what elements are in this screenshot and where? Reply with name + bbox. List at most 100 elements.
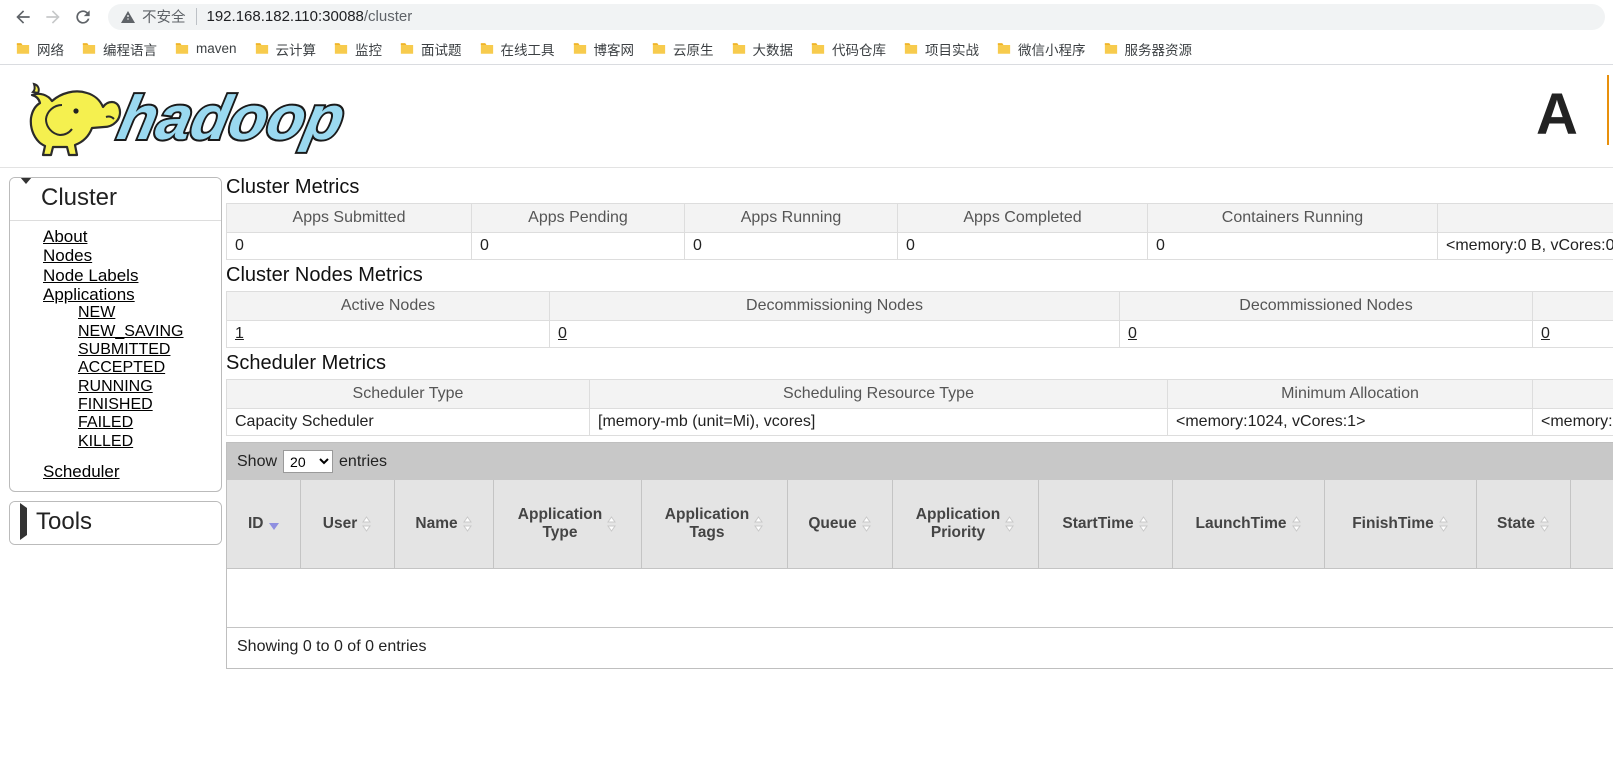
bookmark-item[interactable]: 面试题 [392, 37, 470, 61]
column-header-starttime[interactable]: StartTime [1038, 480, 1173, 569]
column-label: ID [248, 515, 264, 533]
folder-icon [732, 43, 745, 54]
column-header-application-type[interactable]: Application Type [493, 480, 642, 569]
column-header: Scheduler Type [226, 379, 590, 409]
sort-descending-icon [268, 522, 279, 530]
bookmark-item[interactable]: 项目实战 [896, 37, 987, 61]
column-header-user[interactable]: User [300, 480, 395, 569]
address-bar[interactable]: 不安全 192.168.182.110:30088/cluster [108, 3, 1605, 30]
not-secure-warning-icon [120, 9, 136, 25]
table-cell: [memory-mb (unit=Mi), vcores] [589, 408, 1168, 436]
table-cell: <memory:0 B, vCores:0> [1437, 232, 1613, 260]
chevron-down-icon [20, 178, 32, 212]
sidebar-item-state-finished[interactable]: FINISHED [10, 396, 221, 414]
url-path: /cluster [363, 8, 413, 25]
metric-link[interactable]: 1 [235, 325, 244, 342]
table-cell: 0 [1532, 320, 1613, 348]
table-row: 0 0 0 0 0 <memory:0 B, vCores:0> [226, 232, 1613, 260]
column-label: Application Type [517, 506, 603, 541]
sort-both-icon [1438, 515, 1448, 532]
bookmark-item[interactable]: 编程语言 [74, 37, 165, 61]
column-header-id[interactable]: ID [227, 480, 301, 569]
column-header-finishtime[interactable]: FinishTime [1324, 480, 1477, 569]
bookmark-item[interactable]: 云原生 [644, 37, 722, 61]
back-arrow-icon [13, 7, 33, 27]
column-label: Queue [808, 515, 857, 533]
folder-icon [334, 43, 348, 54]
cluster-metrics-table: Apps Submitted Apps Pending Apps Running Ap… [226, 203, 1613, 260]
table-header-row: ID User Name Application Type Application Tags… [227, 480, 1613, 569]
sidebar-item-scheduler[interactable]: Scheduler [10, 462, 221, 481]
sidebar-item-state-accepted[interactable]: ACCEPTED [10, 359, 221, 377]
sidebar-item-state-submitted[interactable]: SUBMITTED [10, 341, 221, 359]
bookmark-item[interactable]: maven [167, 37, 245, 61]
column-header-name[interactable]: Name [394, 480, 494, 569]
bookmark-label: maven [196, 41, 237, 56]
bookmark-item[interactable]: 监控 [326, 37, 390, 61]
chevron-right-icon [20, 503, 27, 541]
sidebar-item-state-new[interactable]: NEW [10, 304, 221, 322]
sidebar-item-state-new-saving[interactable]: NEW_SAVING [10, 323, 221, 341]
folder-icon [811, 43, 825, 54]
bookmark-label: 云计算 [275, 42, 317, 58]
column-header-application-priority[interactable]: Application Priority [892, 480, 1039, 569]
sidebar: Cluster About Nodes Node Labels Applicat… [9, 177, 222, 554]
bookmark-label: 代码仓库 [832, 42, 887, 58]
bookmark-item[interactable]: 大数据 [724, 37, 802, 61]
column-header-application-tags[interactable]: Application Tags [641, 480, 788, 569]
bookmark-item[interactable]: 代码仓库 [803, 37, 894, 61]
column-header: Apps Completed [897, 203, 1148, 233]
bookmark-label: 网络 [37, 42, 64, 58]
main-content: Cluster Metrics Apps Submitted Apps Pendi… [222, 168, 1613, 669]
yarn-resourcemanager-page: hadoop A Cluster About Nodes Node Labels… [0, 65, 1613, 764]
entries-label: entries [339, 452, 388, 470]
bookmark-item[interactable]: 微信小程序 [989, 37, 1094, 61]
bookmark-label: 面试题 [421, 42, 462, 58]
bookmark-item[interactable]: 服务器资源 [1096, 37, 1201, 61]
omnibox-divider [195, 8, 197, 25]
reload-button[interactable] [68, 2, 98, 32]
applications-datatable: Show 20406080100 entries ID User Name Appli… [226, 442, 1613, 669]
column-header: Scheduling Resource Type [589, 379, 1168, 409]
sidebar-cluster-header[interactable]: Cluster [10, 178, 221, 221]
column-header-finalstatus[interactable]: FinalStatus [1570, 480, 1613, 569]
svg-text:hadoop: hadoop [112, 84, 351, 153]
column-header-launchtime[interactable]: LaunchTime [1172, 480, 1325, 569]
back-button[interactable] [8, 2, 38, 32]
sort-both-icon [362, 515, 372, 532]
sidebar-item-state-running[interactable]: RUNNING [10, 378, 221, 396]
page-length-select[interactable]: 20406080100 [283, 450, 334, 473]
sidebar-item-nodes[interactable]: Nodes [10, 246, 221, 265]
column-header-state[interactable]: State [1476, 480, 1571, 569]
sort-both-icon [754, 515, 764, 532]
bookmark-label: 项目实战 [925, 42, 980, 58]
bookmark-item[interactable]: 网络 [8, 37, 72, 61]
metric-link[interactable]: 0 [558, 325, 567, 342]
empty-cell [227, 568, 1613, 628]
bookmark-label: 大数据 [752, 42, 794, 58]
bookmark-item[interactable]: 在线工具 [472, 37, 563, 61]
table-cell: 0 [226, 232, 472, 260]
applications-table-body [227, 568, 1613, 628]
column-label: Application Tags [664, 506, 750, 541]
metric-link[interactable]: 0 [1541, 325, 1550, 342]
table-cell: 0 [1119, 320, 1533, 348]
folder-icon [997, 43, 1011, 54]
sidebar-item-applications[interactable]: Applications [10, 285, 221, 304]
hadoop-logo[interactable]: hadoop [14, 75, 379, 157]
elephant-glyph [29, 82, 122, 157]
metric-link[interactable]: 0 [1128, 325, 1137, 342]
sidebar-tools-header[interactable]: Tools [10, 502, 221, 545]
table-row: 1 0 0 0 [226, 320, 1613, 348]
forward-button[interactable] [38, 2, 68, 32]
sidebar-item-about[interactable]: About [10, 227, 221, 246]
sidebar-cluster-body: About Nodes Node Labels Applications NEW… [10, 221, 221, 491]
sidebar-item-state-killed[interactable]: KILLED [10, 433, 221, 451]
sidebar-item-node-labels[interactable]: Node Labels [10, 266, 221, 285]
bookmark-item[interactable]: 博客网 [565, 37, 643, 61]
bookmark-item[interactable]: 云计算 [247, 37, 325, 61]
page-body: Cluster About Nodes Node Labels Applicat… [0, 168, 1613, 669]
column-label: StartTime [1062, 515, 1134, 533]
column-header-queue[interactable]: Queue [787, 480, 893, 569]
sidebar-item-state-failed[interactable]: FAILED [10, 414, 221, 432]
